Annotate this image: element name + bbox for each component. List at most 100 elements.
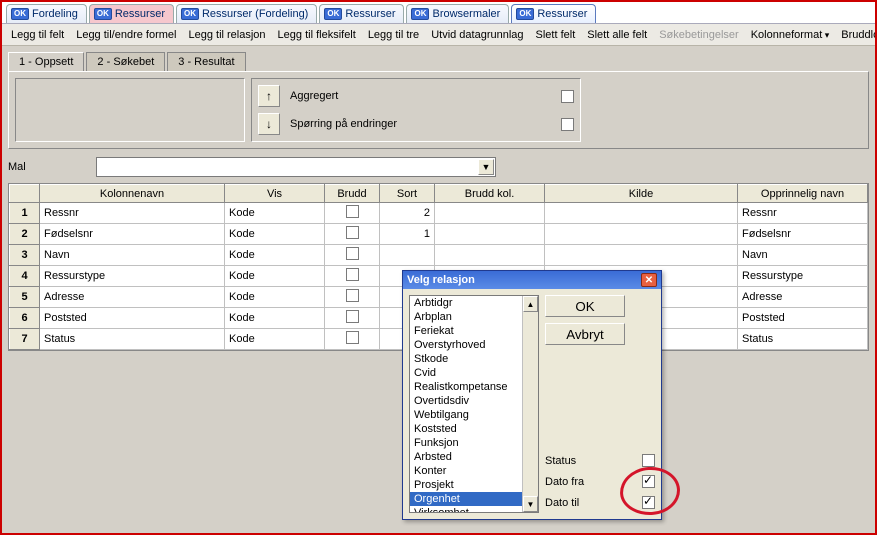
grid-header-opprinnelig[interactable]: Opprinnelig navn — [738, 185, 868, 203]
cell-brudd[interactable] — [325, 308, 380, 329]
menu-item[interactable]: Legg til felt — [6, 27, 69, 43]
cell-kilde[interactable] — [545, 245, 738, 266]
move-down-button[interactable]: ↓ — [258, 113, 280, 135]
cell-bruddkol[interactable] — [435, 203, 545, 224]
cell-kolonnenavn[interactable]: Adresse — [40, 287, 225, 308]
document-tab[interactable]: OKRessurser (Fordeling) — [176, 4, 317, 23]
cell-kolonnenavn[interactable]: Status — [40, 329, 225, 350]
cell-vis[interactable]: Kode — [225, 245, 325, 266]
cell-kilde[interactable] — [545, 203, 738, 224]
aggregert-checkbox[interactable] — [561, 90, 574, 103]
cell-sort[interactable] — [380, 245, 435, 266]
row-number[interactable]: 6 — [10, 308, 40, 329]
grid-header-vis[interactable]: Vis — [225, 185, 325, 203]
cell-kolonnenavn[interactable]: Navn — [40, 245, 225, 266]
relation-listbox[interactable]: ArbtidgrArbplanFeriekatOverstyrhovedStko… — [409, 295, 539, 513]
table-row[interactable]: 2FødselsnrKode1Fødselsnr — [10, 224, 868, 245]
chevron-down-icon[interactable]: ▼ — [478, 159, 494, 175]
row-number[interactable]: 5 — [10, 287, 40, 308]
cell-sort[interactable]: 1 — [380, 224, 435, 245]
mal-dropdown[interactable]: ▼ — [96, 157, 496, 177]
close-icon[interactable]: ✕ — [641, 273, 657, 287]
cell-brudd[interactable] — [325, 329, 380, 350]
grid-header-kolonnenavn[interactable]: Kolonnenavn — [40, 185, 225, 203]
cell-vis[interactable]: Kode — [225, 224, 325, 245]
brudd-checkbox[interactable] — [346, 226, 359, 239]
list-item[interactable]: Prosjekt — [410, 478, 522, 492]
grid-header-bruddkol[interactable]: Brudd kol. — [435, 185, 545, 203]
row-number[interactable]: 2 — [10, 224, 40, 245]
document-tab[interactable]: OKRessurser — [89, 4, 174, 23]
menu-item[interactable]: Bruddlogikk — [836, 27, 875, 43]
cancel-button[interactable]: Avbryt — [545, 323, 625, 345]
cell-vis[interactable]: Kode — [225, 329, 325, 350]
document-tab[interactable]: OKRessurser — [511, 4, 596, 23]
menu-item[interactable]: Legg til fleksifelt — [273, 27, 361, 43]
menu-item[interactable]: Legg til/endre formel — [71, 27, 181, 43]
cell-brudd[interactable] — [325, 287, 380, 308]
cell-kolonnenavn[interactable]: Ressurstype — [40, 266, 225, 287]
list-item[interactable]: Realistkompetanse — [410, 380, 522, 394]
menu-item[interactable]: Utvid datagrunnlag — [426, 27, 528, 43]
menu-item[interactable]: Legg til relasjon — [183, 27, 270, 43]
cell-bruddkol[interactable] — [435, 245, 545, 266]
grid-header-brudd[interactable]: Brudd — [325, 185, 380, 203]
list-item[interactable]: Arbsted — [410, 450, 522, 464]
menu-item[interactable]: Slett alle felt — [582, 27, 652, 43]
cell-brudd[interactable] — [325, 266, 380, 287]
row-number[interactable]: 1 — [10, 203, 40, 224]
subtab[interactable]: 1 - Oppsett — [8, 52, 84, 71]
cell-vis[interactable]: Kode — [225, 308, 325, 329]
list-item[interactable]: Koststed — [410, 422, 522, 436]
list-item[interactable]: Overstyrhoved — [410, 338, 522, 352]
document-tab[interactable]: OKBrowsermaler — [406, 4, 509, 23]
datotil-checkbox[interactable] — [642, 496, 655, 509]
grid-header-kilde[interactable]: Kilde — [545, 185, 738, 203]
row-number[interactable]: 4 — [10, 266, 40, 287]
dialog-titlebar[interactable]: Velg relasjon ✕ — [403, 271, 661, 289]
cell-brudd[interactable] — [325, 224, 380, 245]
grid-header-sort[interactable]: Sort — [380, 185, 435, 203]
move-up-button[interactable]: ↑ — [258, 85, 280, 107]
sporring-checkbox[interactable] — [561, 118, 574, 131]
datofra-checkbox[interactable] — [642, 475, 655, 488]
row-number[interactable]: 7 — [10, 329, 40, 350]
cell-vis[interactable]: Kode — [225, 287, 325, 308]
row-number[interactable]: 3 — [10, 245, 40, 266]
table-row[interactable]: 1RessnrKode2Ressnr — [10, 203, 868, 224]
menu-item[interactable]: Kolonneformat — [746, 27, 835, 43]
list-item[interactable]: Stkode — [410, 352, 522, 366]
list-item[interactable]: Virksomhet — [410, 506, 522, 512]
cell-kolonnenavn[interactable]: Ressnr — [40, 203, 225, 224]
subtab[interactable]: 3 - Resultat — [167, 52, 245, 71]
list-item[interactable]: Cvid — [410, 366, 522, 380]
scroll-down-icon[interactable]: ▼ — [523, 496, 538, 512]
brudd-checkbox[interactable] — [346, 310, 359, 323]
menu-item[interactable]: Slett felt — [531, 27, 581, 43]
cell-sort[interactable]: 2 — [380, 203, 435, 224]
document-tab[interactable]: OKRessurser — [319, 4, 404, 23]
cell-brudd[interactable] — [325, 203, 380, 224]
brudd-checkbox[interactable] — [346, 289, 359, 302]
menu-item[interactable]: Legg til tre — [363, 27, 424, 43]
cell-kolonnenavn[interactable]: Poststed — [40, 308, 225, 329]
cell-bruddkol[interactable] — [435, 224, 545, 245]
list-item[interactable]: Overtidsdiv — [410, 394, 522, 408]
listbox-scrollbar[interactable]: ▲ ▼ — [522, 296, 538, 512]
brudd-checkbox[interactable] — [346, 205, 359, 218]
list-item[interactable]: Orgenhet — [410, 492, 522, 506]
subtab[interactable]: 2 - Søkebet — [86, 52, 165, 71]
brudd-checkbox[interactable] — [346, 268, 359, 281]
cell-kolonnenavn[interactable]: Fødselsnr — [40, 224, 225, 245]
cell-kilde[interactable] — [545, 224, 738, 245]
cell-brudd[interactable] — [325, 245, 380, 266]
ok-button[interactable]: OK — [545, 295, 625, 317]
list-item[interactable]: Arbplan — [410, 310, 522, 324]
list-item[interactable]: Arbtidgr — [410, 296, 522, 310]
cell-vis[interactable]: Kode — [225, 266, 325, 287]
list-item[interactable]: Webtilgang — [410, 408, 522, 422]
document-tab[interactable]: OKFordeling — [6, 4, 87, 23]
scroll-up-icon[interactable]: ▲ — [523, 296, 538, 312]
brudd-checkbox[interactable] — [346, 247, 359, 260]
table-row[interactable]: 3NavnKodeNavn — [10, 245, 868, 266]
